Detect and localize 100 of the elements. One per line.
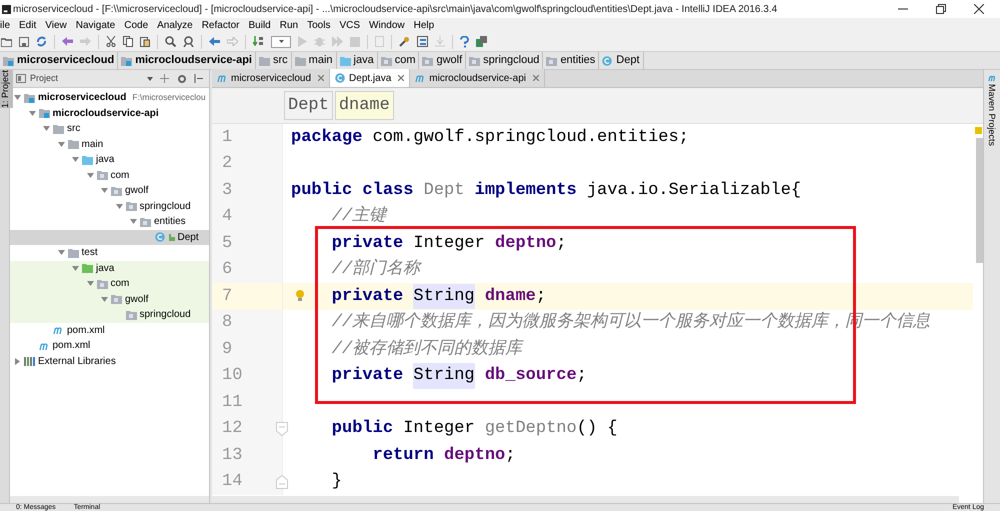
tree-item[interactable]: main xyxy=(10,136,209,152)
structure-icon[interactable] xyxy=(417,36,428,47)
menu-item[interactable]: Analyze xyxy=(157,18,193,32)
menu-item[interactable]: Window xyxy=(369,18,405,32)
expanded-arrow-icon[interactable] xyxy=(58,249,64,256)
menu-item[interactable]: Tools xyxy=(307,18,330,32)
gear-icon[interactable] xyxy=(177,74,187,84)
tree-item[interactable]: External Libraries xyxy=(10,354,209,369)
copy-icon[interactable] xyxy=(123,36,133,47)
expanded-arrow-icon[interactable] xyxy=(58,140,64,148)
build-icon[interactable] xyxy=(253,36,264,47)
close-icon[interactable] xyxy=(974,4,984,14)
menu-item[interactable]: VCS xyxy=(339,18,360,32)
caret-icon[interactable] xyxy=(147,76,153,80)
back-arrow-icon[interactable] xyxy=(209,37,220,46)
expanded-arrow-icon[interactable] xyxy=(86,280,94,288)
menu-item[interactable]: Navigate xyxy=(76,18,116,32)
scrollbar-thumb[interactable] xyxy=(976,138,983,263)
run-configuration-dropdown[interactable] xyxy=(271,36,291,48)
save-icon[interactable] xyxy=(19,36,29,46)
editor-tab[interactable]: Dept.java xyxy=(330,69,410,87)
line-number: 6 xyxy=(222,259,232,281)
maven-icon xyxy=(217,73,228,83)
tree-item[interactable]: gwolf xyxy=(10,292,209,307)
menu-item[interactable]: Run xyxy=(280,18,298,32)
tree-item[interactable]: entities xyxy=(10,214,209,230)
tree-item[interactable]: pom.xml xyxy=(10,322,209,338)
collapsed-arrow-icon[interactable] xyxy=(14,358,21,365)
line-number: 8 xyxy=(222,312,232,334)
collapse-icon[interactable] xyxy=(194,74,203,83)
menu-item[interactable]: Code xyxy=(124,18,148,32)
expanded-arrow-icon[interactable] xyxy=(72,264,79,272)
tree-item[interactable]: com xyxy=(10,276,209,292)
menu-item[interactable]: Edit xyxy=(19,18,36,32)
expanded-arrow-icon[interactable] xyxy=(86,172,94,179)
scissors-icon[interactable] xyxy=(106,36,116,47)
lightbulb-icon[interactable] xyxy=(296,290,304,301)
expanded-arrow-icon[interactable] xyxy=(101,187,108,194)
editor-tab[interactable]: microcloudservice-api xyxy=(410,69,545,87)
code-line: return deptno; xyxy=(282,442,516,468)
code-line: //主键 xyxy=(282,204,386,230)
panel-title: Project xyxy=(30,72,58,85)
menu-item[interactable]: Refactor xyxy=(202,18,240,32)
paste-icon[interactable] xyxy=(140,36,150,47)
expanded-arrow-icon[interactable] xyxy=(130,218,137,226)
package-icon xyxy=(96,278,108,289)
sync-icon[interactable] xyxy=(36,36,47,47)
help-icon[interactable] xyxy=(460,36,469,48)
tree-item[interactable]: springcloud xyxy=(10,198,209,214)
project-tool-tab[interactable]: 1: Project xyxy=(0,70,12,108)
magnifier-icon[interactable] xyxy=(183,36,194,47)
line-number: 10 xyxy=(222,365,242,387)
tree-item[interactable]: pom.xml xyxy=(10,338,209,354)
fold-marker-icon[interactable] xyxy=(276,422,288,436)
expanded-arrow-icon[interactable] xyxy=(14,94,21,102)
horizontal-scrollbar[interactable] xyxy=(10,496,209,503)
panel-icon xyxy=(16,74,26,83)
class-icon xyxy=(602,56,614,66)
tree-item[interactable]: java xyxy=(10,152,209,168)
module-settings-icon[interactable] xyxy=(476,36,487,47)
editor-tab[interactable]: microservicecloud xyxy=(212,69,330,87)
expanded-arrow-icon[interactable] xyxy=(101,296,108,303)
expanded-arrow-icon[interactable] xyxy=(28,110,36,117)
search-icon[interactable] xyxy=(165,36,176,47)
expanded-arrow-icon[interactable] xyxy=(116,202,122,210)
menu-item[interactable]: View xyxy=(45,18,67,32)
tree-item[interactable]: Dept xyxy=(10,230,209,245)
code-line: private String dname; xyxy=(282,283,546,310)
tree-item[interactable]: com xyxy=(10,168,209,183)
menu-item[interactable]: Build xyxy=(248,18,271,32)
crosshair-icon[interactable] xyxy=(160,74,169,83)
tree-item[interactable]: microservicecloud F:\microserviceclou xyxy=(10,90,209,106)
undo-arrow-icon[interactable] xyxy=(62,37,73,46)
package-icon xyxy=(140,216,151,227)
tree-item[interactable]: gwolf xyxy=(10,183,209,198)
code-line: public class Dept implements java.io.Serializable{ xyxy=(282,177,802,204)
maven-icon xyxy=(988,74,996,82)
menu-item[interactable]: ile xyxy=(0,18,10,32)
line-number: 11 xyxy=(222,392,242,414)
restore-icon[interactable] xyxy=(936,4,946,14)
tree-item[interactable]: java xyxy=(10,260,209,276)
package-icon xyxy=(469,56,480,66)
expanded-arrow-icon[interactable] xyxy=(43,125,50,132)
tree-item[interactable]: springcloud xyxy=(10,307,209,322)
tree-item[interactable]: src xyxy=(10,121,209,136)
tree-item[interactable]: test xyxy=(10,245,209,260)
wrench-icon[interactable] xyxy=(399,36,410,47)
breadcrumb-item[interactable]: Dept xyxy=(284,91,333,120)
package-icon xyxy=(111,186,122,196)
folder-icon xyxy=(82,263,93,274)
folder-icon[interactable] xyxy=(1,36,12,46)
class-icon xyxy=(154,232,166,242)
package-icon xyxy=(380,56,392,66)
fold-marker-icon[interactable] xyxy=(276,474,288,488)
horizontal-scrollbar[interactable] xyxy=(212,496,959,503)
expanded-arrow-icon[interactable] xyxy=(72,156,79,164)
tree-item[interactable]: microcloudservice-api xyxy=(10,106,209,121)
breadcrumb-item[interactable]: dname xyxy=(334,91,394,120)
menu-item[interactable]: Help xyxy=(414,18,434,32)
line-number: 2 xyxy=(222,153,232,175)
